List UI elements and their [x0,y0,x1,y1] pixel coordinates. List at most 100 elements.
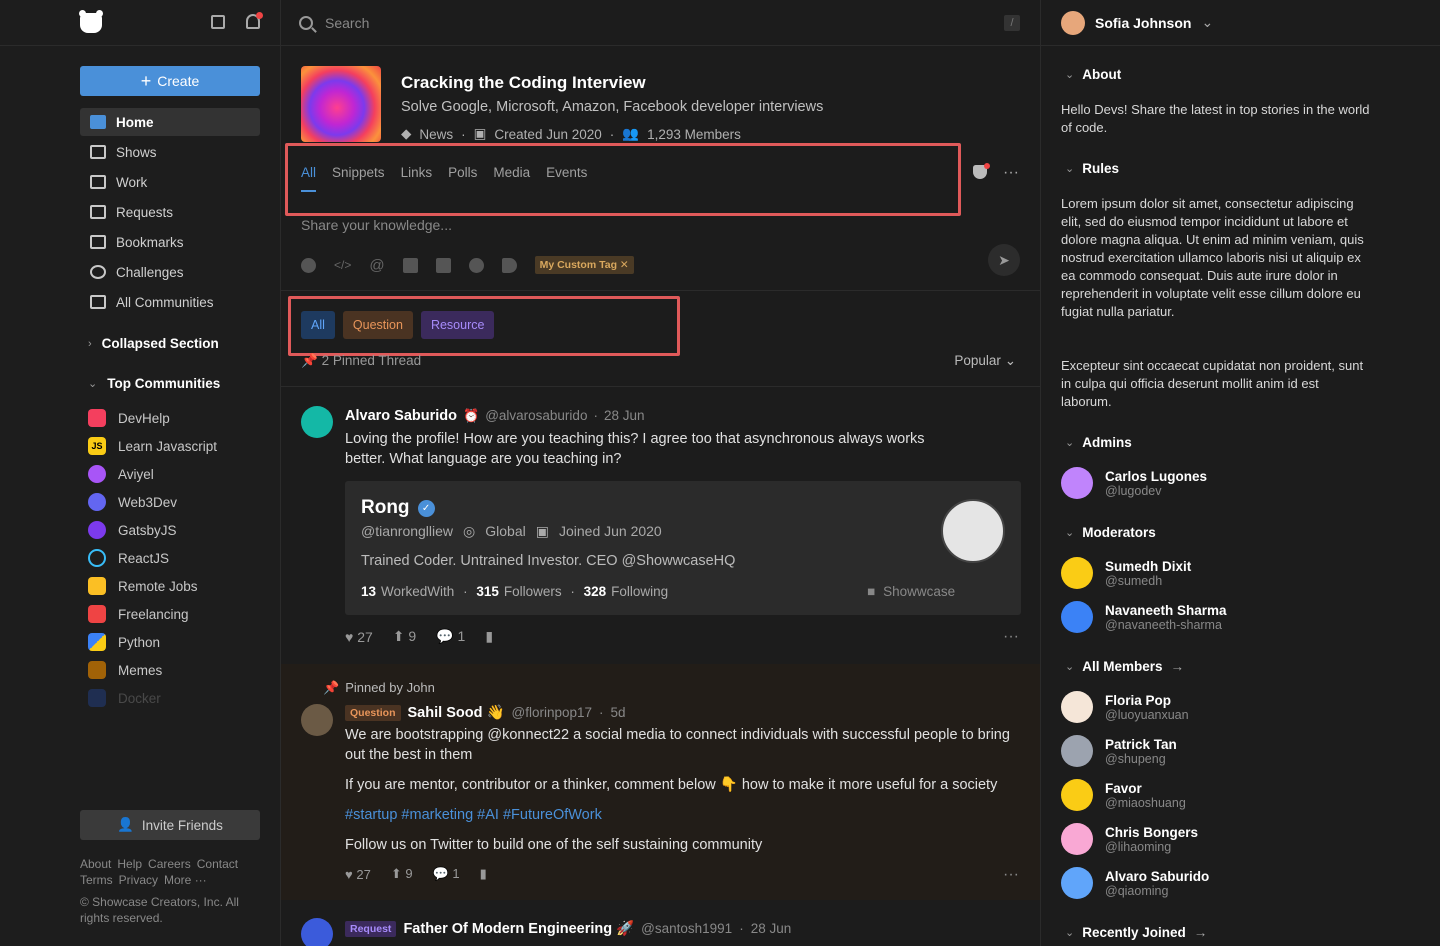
more-icon[interactable]: ··· [1003,628,1019,646]
nav-item-shows[interactable]: Shows [80,138,260,166]
author-name[interactable]: Alvaro Saburido [345,408,457,424]
top-communities-section[interactable]: ⌄ Top Communities [88,376,220,391]
nav-item-bookmarks[interactable]: Bookmarks [80,228,260,256]
more-icon[interactable]: ··· [1003,164,1019,182]
bookmark-button[interactable]: ▮ [480,866,487,882]
community-item[interactable]: Freelancing [88,600,268,628]
custom-tag-chip[interactable]: My Custom Tag ✕ [534,256,634,274]
tab-snippets[interactable]: Snippets [332,165,385,180]
mention-icon[interactable]: @ [369,257,384,274]
clock-icon[interactable] [468,257,484,273]
question-tag[interactable]: Question [345,704,401,721]
avatar[interactable] [301,918,333,946]
member-item[interactable]: Patrick Tan @shupeng [1061,735,1177,767]
tab-media[interactable]: Media [493,165,530,180]
logo-icon[interactable] [79,10,103,33]
community-item[interactable]: ReactJS [88,544,268,572]
author-handle[interactable]: @santosh1991 [641,921,732,936]
request-tag[interactable]: Request [345,920,397,937]
recently-joined-section[interactable]: ⌄ Recently Joined → [1065,925,1207,940]
nav-item-requests[interactable]: Requests [80,198,260,226]
close-icon[interactable]: ✕ [620,259,629,271]
gif-icon[interactable] [402,257,418,273]
footer-link[interactable]: Privacy [119,873,158,887]
chart-icon[interactable] [435,257,451,273]
community-item[interactable]: Aviyel [88,460,268,488]
user-avatar [1061,10,1085,35]
add-icon[interactable] [301,257,316,273]
author-name[interactable]: Sahil Sood 👋 [408,704,505,721]
community-item[interactable]: Web3Dev [88,488,268,516]
comment-button[interactable]: 💬 1 [436,628,465,645]
bookmark-button[interactable]: ▮ [485,628,493,645]
like-button[interactable]: ♥ 27 [345,629,373,645]
composer-input[interactable]: Share your knowledge... [301,217,452,233]
community-item[interactable]: Python [88,628,268,656]
search-input[interactable]: Search [325,15,369,31]
code-icon[interactable]: </> [334,258,351,272]
author-name[interactable]: Father Of Modern Engineering 🚀 [403,920,634,937]
nav-item-work[interactable]: Work [80,168,260,196]
nav-item-challenges[interactable]: Challenges [80,258,260,286]
author-handle[interactable]: @florinpop17 [512,705,593,720]
footer-link[interactable]: Terms [80,873,113,887]
collapsed-section[interactable]: › Collapsed Section [88,336,219,351]
tag-icon[interactable] [501,257,517,273]
community-item[interactable]: DevHelp [88,404,268,432]
about-section[interactable]: ⌄ About [1065,67,1121,82]
create-button[interactable]: + Create [80,66,260,96]
all-members-section[interactable]: ⌄ All Members → [1065,659,1184,674]
nav-item-all-communities[interactable]: All Communities [80,288,260,316]
author-handle[interactable]: @alvarosaburido [485,408,587,423]
footer-link[interactable]: Contact [197,857,238,871]
rules-section[interactable]: ⌄ Rules [1065,161,1119,176]
moderators-section[interactable]: ⌄ Moderators [1065,525,1156,540]
footer-link[interactable]: Help [117,857,142,871]
community-item[interactable]: Remote Jobs [88,572,268,600]
boost-icon: ⬆ [390,866,402,881]
pinned-threads[interactable]: 📌 2 Pinned Thread [301,353,421,369]
chevron-down-icon: ⌄ [88,378,98,390]
send-button[interactable]: ➤ [988,244,1020,276]
like-button[interactable]: ♥ 27 [345,867,371,882]
community-item[interactable]: GatsbyJS [88,516,268,544]
search-bar[interactable]: Search / [281,0,1040,46]
footer-link[interactable]: More ··· [164,873,207,887]
hashtags[interactable]: #startup #marketing #AI #FutureOfWork [345,805,602,825]
footer-link[interactable]: Careers [148,857,191,871]
inbox-icon[interactable] [211,15,225,29]
sort-dropdown[interactable]: Popular ⌄ [954,353,1016,369]
notification-dot [984,163,990,169]
calendar-icon: ▣ [473,126,487,141]
member-item[interactable]: Navaneeth Sharma @navaneeth-sharma [1061,601,1227,633]
community-item[interactable]: Memes [88,656,268,684]
avatar[interactable] [301,406,333,438]
tab-polls[interactable]: Polls [448,165,477,180]
more-icon[interactable]: ··· [1003,866,1019,884]
footer-link[interactable]: About [80,857,111,871]
avatar[interactable] [301,704,333,736]
community-item[interactable]: JS Learn Javascript [88,432,268,460]
filter-resource[interactable]: Resource [420,311,495,339]
user-menu[interactable]: Sofia Johnson ⌄ [1041,0,1440,46]
profile-card[interactable]: Rong ✓ @tianronglliew ◎ Global ▣ Joined Ju… [345,481,1021,615]
tab-all[interactable]: All [301,165,317,192]
admins-section[interactable]: ⌄ Admins [1065,435,1132,450]
boost-button[interactable]: ⬆ 9 [391,866,413,882]
member-item[interactable]: Sumedh Dixit @sumedh [1061,557,1191,589]
member-item[interactable]: Chris Bongers @lihaoming [1061,823,1198,855]
tab-links[interactable]: Links [401,165,433,180]
member-item[interactable]: Floria Pop @luoyuanxuan [1061,691,1189,723]
member-item[interactable]: Alvaro Saburido @qiaoming [1061,867,1209,899]
boost-button[interactable]: ⬆ 9 [393,628,416,645]
divider [281,386,1040,387]
invite-friends-button[interactable]: 👤 Invite Friends [80,810,260,840]
member-item[interactable]: Favor @miaoshuang [1061,779,1186,811]
filter-question[interactable]: Question [342,311,413,339]
comment-button[interactable]: 💬 1 [433,866,460,882]
community-item[interactable]: Docker [88,684,268,712]
filter-all[interactable]: All [301,311,335,339]
nav-item-home[interactable]: Home [80,108,260,136]
member-item[interactable]: Carlos Lugones @lugodev [1061,467,1207,499]
tab-events[interactable]: Events [546,165,587,180]
